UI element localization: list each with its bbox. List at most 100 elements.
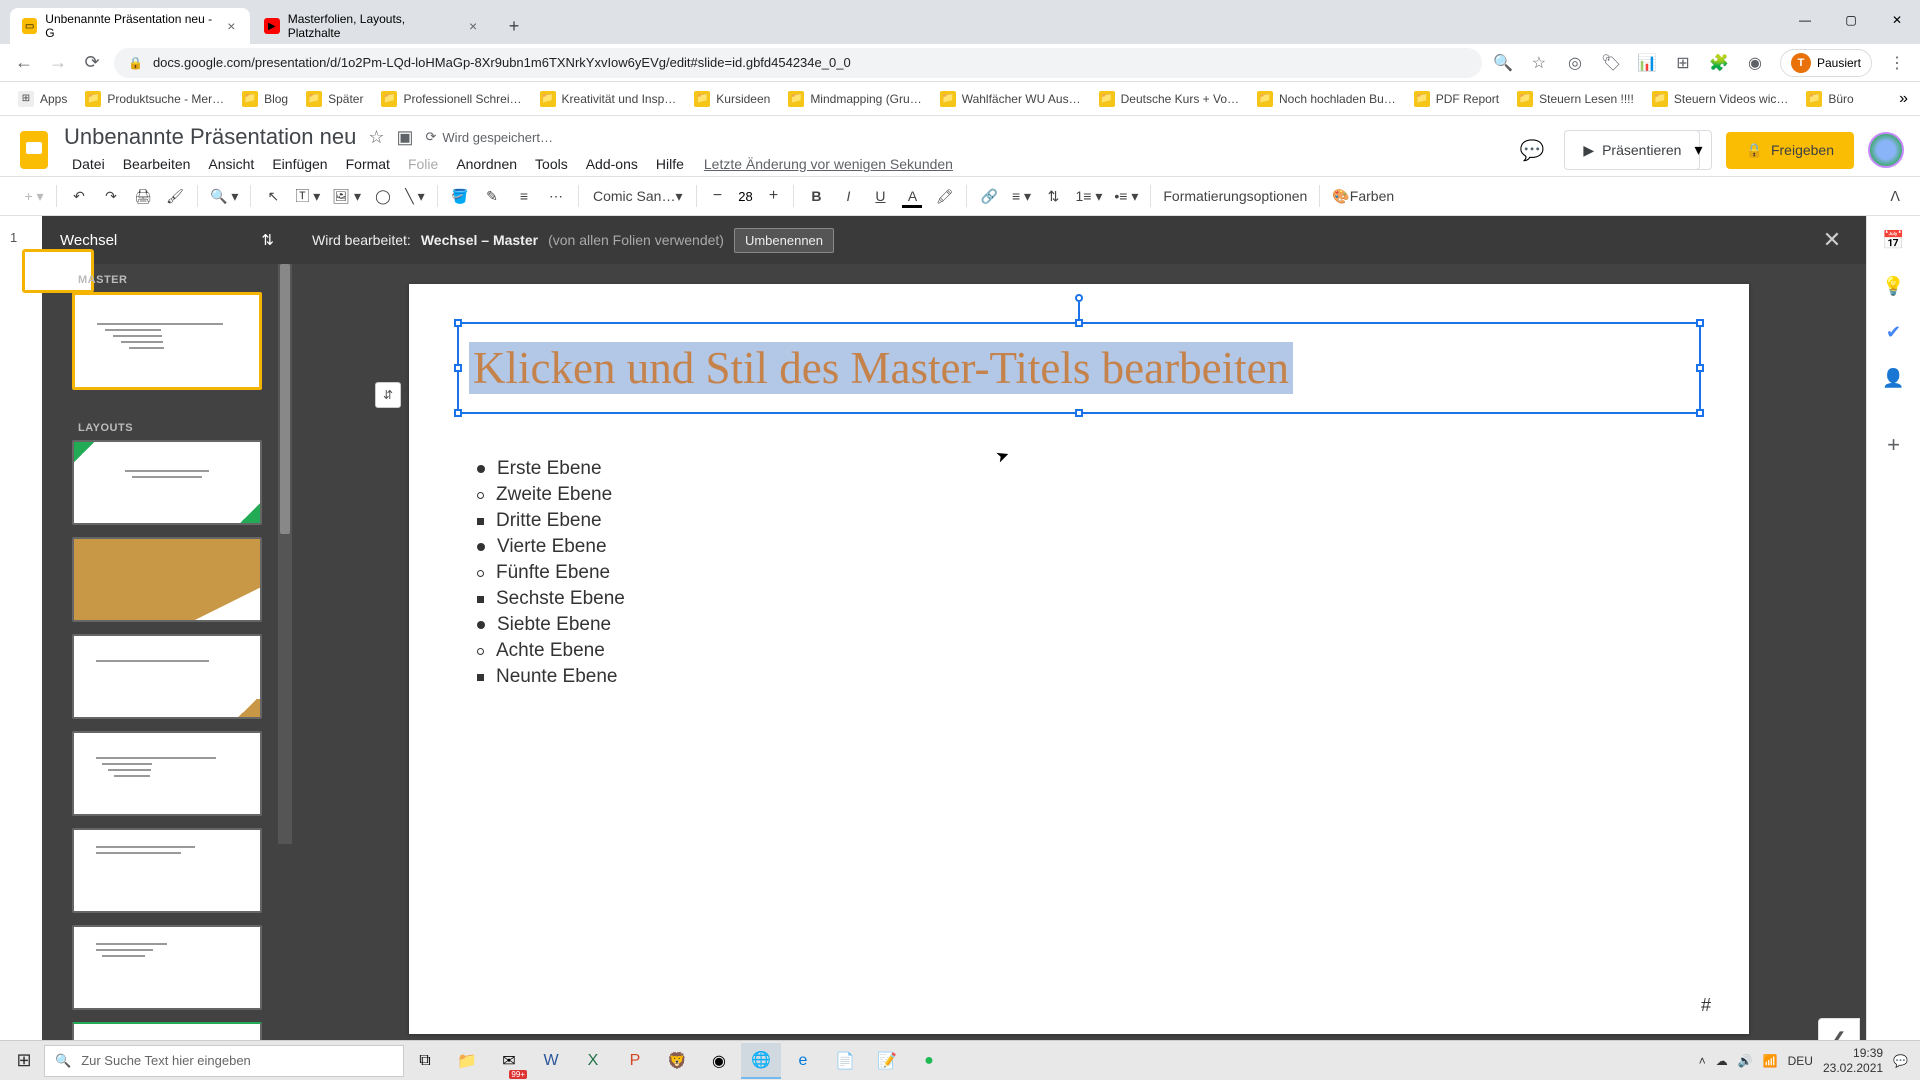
taskbar-app-spotify[interactable]: ● xyxy=(909,1043,949,1079)
reload-button[interactable]: ⟳ xyxy=(80,51,104,75)
bookmark-item[interactable]: 📁Wahlfächer WU Aus… xyxy=(934,87,1087,111)
add-addon-button[interactable]: + xyxy=(1887,432,1900,458)
menu-anordnen[interactable]: Anordnen xyxy=(448,152,525,176)
taskbar-app-reader[interactable]: 📄 xyxy=(825,1043,865,1079)
redo-button[interactable]: ↷ xyxy=(97,182,125,210)
menu-hilfe[interactable]: Hilfe xyxy=(648,152,692,176)
tab-close-icon[interactable]: × xyxy=(225,19,238,33)
textbox-tool[interactable]: 🅃 ▾ xyxy=(291,182,324,210)
bookmark-item[interactable]: 📁Steuern Lesen !!!! xyxy=(1511,87,1640,111)
fill-color-button[interactable]: 🪣 xyxy=(446,182,474,210)
format-options-button[interactable]: Formatierungsoptionen xyxy=(1159,182,1311,210)
tasks-icon[interactable]: ✔ xyxy=(1882,320,1906,344)
bookmark-item[interactable]: 📁Noch hochladen Bu… xyxy=(1251,87,1402,111)
resize-handle[interactable] xyxy=(1696,409,1704,417)
minimize-button[interactable]: — xyxy=(1782,2,1828,38)
bookmark-item[interactable]: 📁Produktsuche - Mer… xyxy=(79,87,230,111)
shape-tool[interactable]: ◯ xyxy=(369,182,397,210)
taskbar-app-powerpoint[interactable]: P xyxy=(615,1043,655,1079)
task-view-button[interactable]: ⧉ xyxy=(405,1043,445,1079)
line-tool[interactable]: ╲ ▾ xyxy=(401,182,429,210)
taskbar-app-word[interactable]: W xyxy=(531,1043,571,1079)
menu-ansicht[interactable]: Ansicht xyxy=(200,152,262,176)
taskbar-app-mail[interactable]: ✉99+ xyxy=(489,1043,529,1079)
rename-button[interactable]: Umbenennen xyxy=(734,228,834,253)
underline-button[interactable]: U xyxy=(866,182,894,210)
menu-format[interactable]: Format xyxy=(338,152,398,176)
tray-clock[interactable]: 19:39 23.02.2021 xyxy=(1823,1046,1883,1075)
calendar-icon[interactable]: 📅 xyxy=(1882,228,1906,252)
browser-tab-inactive[interactable]: ▶ Masterfolien, Layouts, Platzhalte × xyxy=(252,8,492,44)
font-size-increase[interactable]: + xyxy=(762,185,784,207)
menu-addons[interactable]: Add-ons xyxy=(578,152,646,176)
colors-button[interactable]: 🎨 Farben xyxy=(1328,182,1398,210)
bookmark-item[interactable]: 📁Kursideen xyxy=(688,87,776,111)
font-family-select[interactable]: Comic San… ▾ xyxy=(587,182,689,210)
master-body-placeholder[interactable]: Erste Ebene Zweite Ebene Dritte Ebene Vi… xyxy=(457,444,1701,702)
zoom-button[interactable]: 🔍 ▾ xyxy=(206,182,242,210)
bold-button[interactable]: B xyxy=(802,182,830,210)
border-dash-button[interactable]: ⋯ xyxy=(542,182,570,210)
star-icon[interactable]: ☆ xyxy=(1528,52,1550,74)
back-button[interactable]: ← xyxy=(12,51,36,75)
master-title-placeholder[interactable]: Klicken und Stil des Master-Titels bearb… xyxy=(457,322,1701,414)
taskbar-app-edge[interactable]: e xyxy=(783,1043,823,1079)
bookmarks-overflow[interactable]: » xyxy=(1899,90,1908,108)
bookmark-item[interactable]: 📁Kreativität und Insp… xyxy=(534,87,683,111)
chrome-menu-icon[interactable]: ⋮ xyxy=(1886,52,1908,74)
document-title[interactable]: Unbenannte Präsentation neu xyxy=(64,124,356,150)
insert-link-button[interactable]: 🔗 xyxy=(975,182,1003,210)
resize-handle[interactable] xyxy=(454,319,462,327)
contacts-icon[interactable]: 👤 xyxy=(1882,366,1906,390)
new-slide-button[interactable]: + ▾ xyxy=(20,182,48,210)
align-button[interactable]: ≡ ▾ xyxy=(1007,182,1035,210)
last-edit-link[interactable]: Letzte Änderung vor wenigen Sekunden xyxy=(694,152,963,176)
border-color-button[interactable]: ✎ xyxy=(478,182,506,210)
extension-icon-3[interactable]: 📊 xyxy=(1636,52,1658,74)
highlight-color-button[interactable]: 🖍 xyxy=(930,182,958,210)
taskbar-app-explorer[interactable]: 📁 xyxy=(447,1043,487,1079)
bookmark-item[interactable]: 📁Professionell Schrei… xyxy=(375,87,527,111)
bulleted-list-button[interactable]: •≡ ▾ xyxy=(1110,182,1142,210)
font-size-input[interactable]: 28 xyxy=(728,189,762,204)
apps-shortcut[interactable]: ⊞Apps xyxy=(12,87,73,111)
taskbar-app-obs[interactable]: ◉ xyxy=(699,1043,739,1079)
user-avatar[interactable] xyxy=(1868,132,1904,168)
zoom-icon[interactable]: 🔍 xyxy=(1492,52,1514,74)
bookmark-item[interactable]: 📁Mindmapping (Gru… xyxy=(782,87,927,111)
layout-thumbnail-2[interactable] xyxy=(72,537,262,622)
tray-network-icon[interactable]: 📶 xyxy=(1763,1054,1778,1068)
close-master-button[interactable]: ✕ xyxy=(1818,226,1846,254)
present-button[interactable]: ▶ Präsentieren xyxy=(1564,130,1700,170)
slides-logo[interactable] xyxy=(16,126,52,174)
font-size-decrease[interactable]: − xyxy=(706,185,728,207)
extension-icon-2[interactable]: 🏷 xyxy=(1600,52,1622,74)
layout-thumbnail-4[interactable] xyxy=(72,731,262,816)
extension-icon-4[interactable]: ⊞ xyxy=(1672,52,1694,74)
tray-cloud-icon[interactable]: ☁ xyxy=(1716,1054,1728,1068)
layout-thumbnail-1[interactable] xyxy=(72,440,262,525)
forward-button[interactable]: → xyxy=(46,51,70,75)
browser-tab-active[interactable]: ▭ Unbenannte Präsentation neu - G × xyxy=(10,8,250,44)
taskbar-app-brave[interactable]: 🦁 xyxy=(657,1043,697,1079)
taskbar-app-excel[interactable]: X xyxy=(573,1043,613,1079)
print-button[interactable]: 🖨 xyxy=(129,182,157,210)
move-folder-icon[interactable]: ▣ xyxy=(396,127,413,148)
start-button[interactable]: ⊞ xyxy=(4,1043,44,1079)
italic-button[interactable]: I xyxy=(834,182,862,210)
rotate-handle[interactable] xyxy=(1075,294,1083,302)
menu-bearbeiten[interactable]: Bearbeiten xyxy=(115,152,199,176)
present-dropdown[interactable]: ▾ xyxy=(1686,130,1711,170)
layout-thumbnail-3[interactable] xyxy=(72,634,262,719)
extensions-puzzle-icon[interactable]: 🧩 xyxy=(1708,52,1730,74)
bookmark-item[interactable]: 📁Deutsche Kurs + Vo… xyxy=(1093,87,1245,111)
taskbar-search[interactable]: 🔍 Zur Suche Text hier eingeben xyxy=(44,1045,404,1077)
bookmark-item[interactable]: 📁Büro xyxy=(1800,87,1859,111)
layout-thumbnail-5[interactable] xyxy=(72,828,262,913)
profile-paused-badge[interactable]: T Pausiert xyxy=(1780,49,1872,77)
title-text[interactable]: Klicken und Stil des Master-Titels bearb… xyxy=(469,342,1293,394)
master-thumbnail[interactable] xyxy=(72,292,262,390)
tray-volume-icon[interactable]: 🔊 xyxy=(1738,1054,1753,1068)
layout-thumbnail-6[interactable] xyxy=(72,925,262,1010)
share-button[interactable]: 🔒 Freigeben xyxy=(1726,132,1854,169)
